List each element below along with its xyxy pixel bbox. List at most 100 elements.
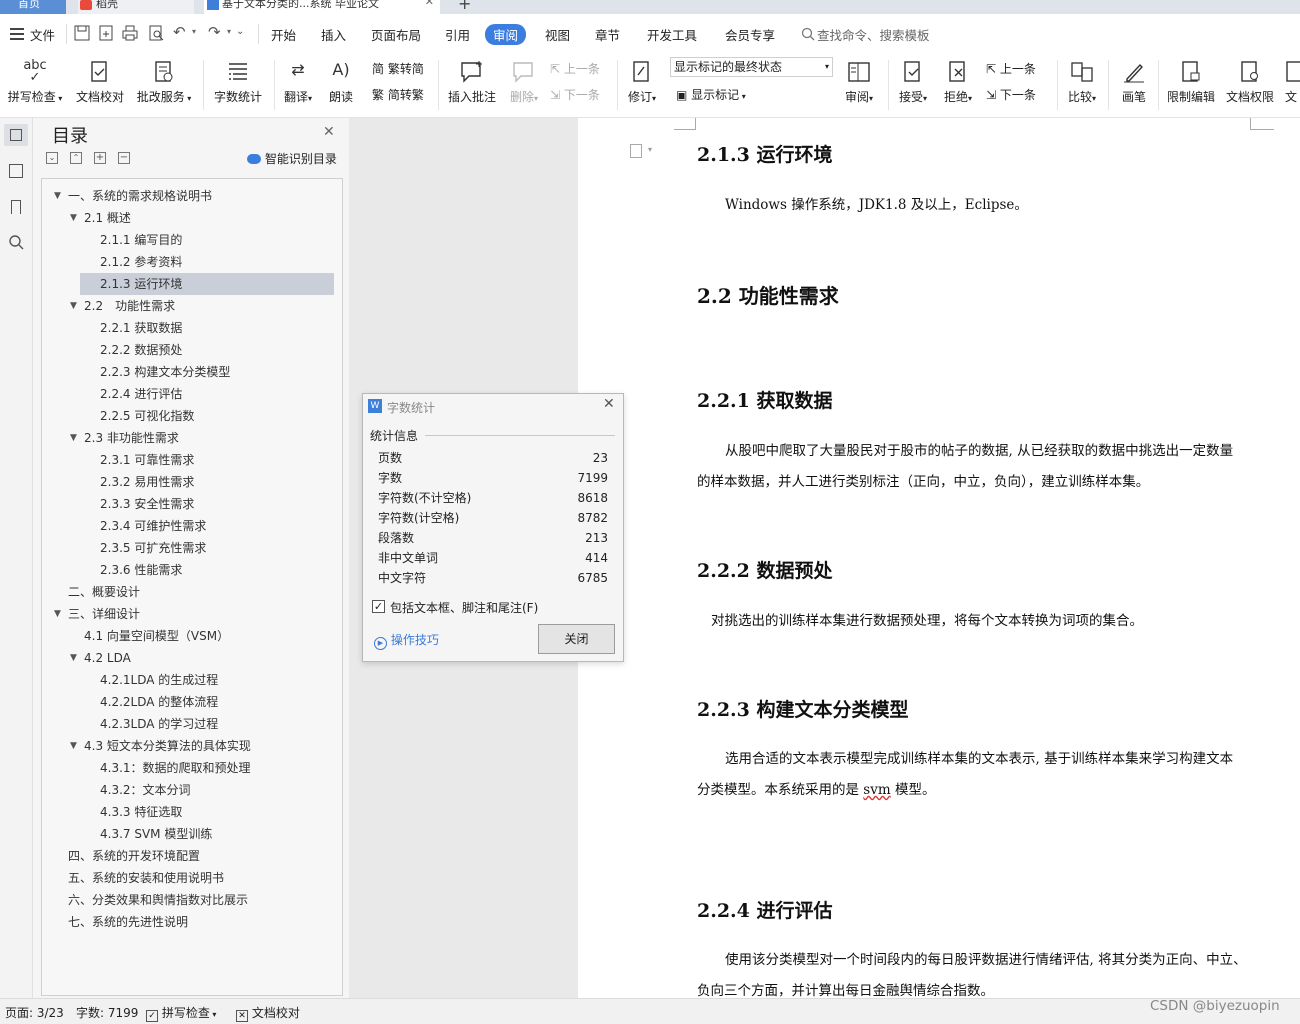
read-aloud-button[interactable]: A) 朗读	[324, 60, 358, 105]
track-changes-button[interactable]: 修订▾	[624, 60, 660, 105]
delete-comment-button[interactable]: 删除▾	[506, 60, 542, 105]
toc-item[interactable]: 4.2 LDA	[84, 647, 131, 669]
next-comment-button[interactable]: ⇲ 下一条	[550, 86, 600, 103]
add-level-icon[interactable]: +	[94, 152, 106, 164]
close-button[interactable]: 关闭	[538, 624, 615, 654]
doc-permission-button[interactable]: 文档权限	[1224, 60, 1276, 105]
show-markup-button[interactable]: ▣ 显示标记 ▾	[676, 86, 746, 103]
simp-to-trad-button[interactable]: 繁 简转繁	[372, 86, 424, 103]
menu-references[interactable]: 引用	[445, 25, 470, 44]
status-doc-proofread[interactable]: ✕ 文档校对	[236, 1004, 300, 1022]
prev-comment-button[interactable]: ⇱ 上一条	[550, 60, 600, 77]
toc-item[interactable]: 2.1.1 编写目的	[100, 229, 182, 251]
correction-service-button[interactable]: 批改服务 ▾	[134, 60, 194, 105]
toc-item[interactable]: 2.2.1 获取数据	[100, 317, 182, 339]
toc-item[interactable]: 2.3.6 性能需求	[100, 559, 182, 581]
redo-dropdown-icon[interactable]: ▾	[227, 27, 231, 36]
toc-item[interactable]: 2.2.3 构建文本分类模型	[100, 361, 230, 383]
menu-start[interactable]: 开始	[271, 25, 296, 44]
document-page[interactable]: ▾ 2.1.3 运行环境 Windows 操作系统，JDK1.8 及以上，Ecl…	[578, 118, 1300, 999]
prev-change-button[interactable]: ⇱ 上一条	[986, 60, 1036, 77]
toc-item[interactable]: 4.3.2：文本分词	[100, 779, 191, 801]
tab-wps[interactable]: 稻壳	[78, 0, 194, 14]
toc-item[interactable]: 2.1.3 运行环境	[80, 273, 334, 295]
menu-review[interactable]: 审阅	[485, 24, 527, 45]
customize-dropdown-icon[interactable]: ⌄	[236, 26, 244, 37]
save-icon[interactable]	[74, 25, 90, 41]
print-preview-icon[interactable]	[148, 25, 164, 41]
accept-button[interactable]: 接受▾	[895, 60, 931, 105]
toc-item[interactable]: 2.2.4 进行评估	[100, 383, 182, 405]
toc-item[interactable]: 2.2 功能性需求	[84, 295, 175, 317]
chapter-nav-icon[interactable]	[9, 164, 23, 178]
tab-document[interactable]: 基于文本分类的...系统 毕业论文 ✕	[204, 0, 440, 14]
print-icon[interactable]	[122, 25, 138, 41]
smart-toc-button[interactable]: 智能识别目录	[247, 150, 337, 167]
translate-button[interactable]: ⇄ 翻译▾	[280, 60, 316, 105]
pen-button[interactable]: 画笔	[1116, 60, 1152, 105]
toc-item[interactable]: 4.3.3 特征选取	[100, 801, 182, 823]
include-textbox-checkbox[interactable]: ✓	[372, 600, 385, 613]
expand-chevron-icon[interactable]: ▼	[70, 741, 77, 751]
word-count-indicator[interactable]: 字数: 7199	[76, 1004, 138, 1021]
toc-item[interactable]: 2.1.2 参考资料	[100, 251, 182, 273]
remove-level-icon[interactable]: −	[118, 152, 130, 164]
tips-link[interactable]: ▶ 操作技巧	[374, 631, 439, 650]
undo-icon[interactable]: ↶	[173, 23, 186, 41]
menu-member[interactable]: 会员专享	[725, 25, 775, 44]
toc-item[interactable]: 2.3.5 可扩充性需求	[100, 537, 206, 559]
toc-item[interactable]: 七、系统的先进性说明	[68, 911, 188, 933]
tab-home[interactable]: 首页	[0, 0, 66, 14]
toc-item[interactable]: 2.1 概述	[84, 207, 131, 229]
toc-item[interactable]: 2.3.3 安全性需求	[100, 493, 194, 515]
toc-item[interactable]: 2.3.1 可靠性需求	[100, 449, 194, 471]
toc-item[interactable]: 2.2.2 数据预处	[100, 339, 182, 361]
compare-button[interactable]: 比较▾	[1064, 60, 1100, 105]
expand-chevron-icon[interactable]: ▼	[70, 433, 77, 443]
trad-to-simp-button[interactable]: 简 繁转简	[372, 60, 424, 77]
markup-state-select[interactable]: 显示标记的最终状态 ▾	[670, 57, 833, 77]
status-spell-check[interactable]: ✓ 拼写检查 ▾	[146, 1004, 216, 1022]
reject-button[interactable]: 拒绝▾	[940, 60, 976, 105]
review-pane-button[interactable]: 审阅▾	[840, 60, 878, 105]
expand-chevron-icon[interactable]: ▼	[70, 653, 77, 663]
insert-comment-button[interactable]: 插入批注	[446, 60, 498, 105]
command-search-input[interactable]: 查找命令、搜索模板	[817, 25, 930, 44]
file-menu[interactable]: 文件	[30, 25, 55, 44]
bookmark-icon[interactable]	[11, 200, 21, 214]
new-tab-button[interactable]: +	[452, 0, 476, 14]
close-icon[interactable]: ✕	[323, 124, 335, 140]
toc-item[interactable]: 二、概要设计	[68, 581, 140, 603]
next-change-button[interactable]: ⇲ 下一条	[986, 86, 1036, 103]
toc-item[interactable]: 4.2.2LDA 的整体流程	[100, 691, 218, 713]
menu-dev-tools[interactable]: 开发工具	[647, 25, 697, 44]
toc-item[interactable]: 4.2.3LDA 的学习过程	[100, 713, 218, 735]
menu-page-layout[interactable]: 页面布局	[371, 25, 421, 44]
expand-chevron-icon[interactable]: ▼	[70, 301, 77, 311]
toc-item[interactable]: 六、分类效果和舆情指数对比展示	[68, 889, 248, 911]
redo-icon[interactable]: ↷	[208, 23, 221, 41]
toc-item[interactable]: 2.3.2 易用性需求	[100, 471, 194, 493]
find-icon[interactable]	[8, 234, 24, 250]
paragraph-options-icon[interactable]	[630, 144, 642, 158]
toc-item[interactable]: 2.3.4 可维护性需求	[100, 515, 206, 537]
toc-item[interactable]: 4.1 向量空间模型（VSM）	[84, 625, 229, 647]
close-tab-icon[interactable]: ✕	[425, 0, 434, 7]
toc-item[interactable]: 4.3.1：数据的爬取和预处理	[100, 757, 251, 779]
undo-dropdown-icon[interactable]: ▾	[192, 27, 196, 36]
toc-item[interactable]: 4.3 短文本分类算法的具体实现	[84, 735, 251, 757]
word-count-button[interactable]: 字数统计	[210, 60, 266, 105]
doc-more-button[interactable]: 文	[1282, 60, 1300, 105]
menu-insert[interactable]: 插入	[321, 25, 346, 44]
move-up-icon[interactable]: ⌃	[70, 152, 82, 164]
doc-proofread-button[interactable]: 文档校对	[74, 60, 126, 105]
toc-item[interactable]: 一、系统的需求规格说明书	[68, 185, 212, 207]
spell-check-button[interactable]: abc ✓ 拼写检查 ▾	[6, 59, 64, 105]
expand-chevron-icon[interactable]: ▼	[70, 213, 77, 223]
collapse-all-icon[interactable]: ⌄	[46, 152, 58, 164]
dialog-close-icon[interactable]: ✕	[603, 396, 615, 412]
menu-view[interactable]: 视图	[545, 25, 570, 44]
toc-item[interactable]: 2.3 非功能性需求	[84, 427, 179, 449]
toc-item[interactable]: 五、系统的安装和使用说明书	[68, 867, 224, 889]
toc-item[interactable]: 三、详细设计	[68, 603, 140, 625]
